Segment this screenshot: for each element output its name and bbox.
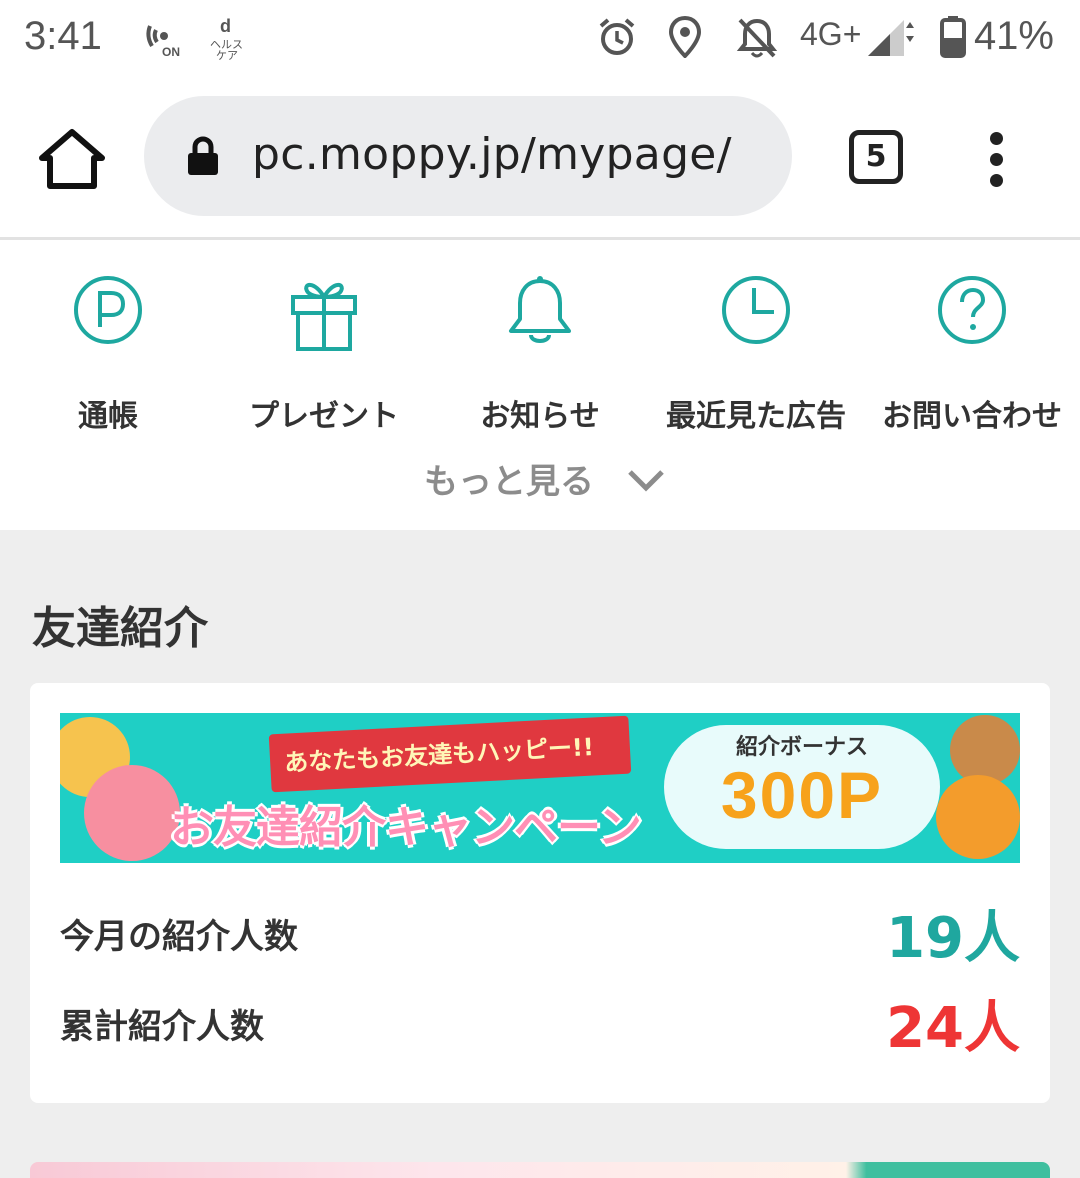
nfc-icon: ON (142, 16, 184, 62)
menu-item-recent-ads[interactable]: 最近見た広告 (648, 243, 864, 434)
campaign-banner[interactable]: あなたもお友達もハッピー!! お友達紹介キャンペーン 紹介ボーナス 300P (60, 713, 1020, 863)
menu-item-label: 通帳 (78, 399, 138, 434)
this-month-referrals-label: 今月の紹介人数 (60, 917, 298, 957)
mascot-image (936, 775, 1020, 859)
show-more-button[interactable]: もっと見る (420, 448, 670, 504)
svg-text:d: d (220, 16, 231, 36)
friend-referral-section: 友達紹介 あなたもお友達もハッピー!! お友達紹介キャンペーン 紹介ボーナス 3… (0, 530, 1080, 1178)
bell-icon (509, 276, 571, 343)
section-title: 友達紹介 (32, 603, 208, 654)
referral-card: あなたもお友達もハッピー!! お友達紹介キャンペーン 紹介ボーナス 300P 今… (30, 683, 1050, 1103)
menu-item-label: お問い合わせ (882, 399, 1062, 434)
alarm-icon (596, 16, 638, 62)
notifications-off-icon (736, 16, 778, 64)
status-bar: 3:41 ON d ヘルス ケア 4G+ 41% (0, 0, 1080, 78)
gift-icon (291, 283, 357, 351)
chevron-down-icon (628, 470, 664, 492)
menu-item-label: お知らせ (480, 399, 600, 434)
dot-icon (989, 153, 1003, 166)
mascot-image (84, 765, 180, 861)
next-banner[interactable] (30, 1162, 1050, 1178)
dot-icon (989, 132, 1003, 145)
total-referrals-value: 24人 (886, 996, 1020, 1061)
campaign-title: お友達紹介キャンペーン (170, 802, 642, 853)
this-month-referrals-value: 19人 (886, 906, 1020, 971)
home-icon (39, 129, 105, 189)
points-icon (74, 276, 142, 344)
menu-item-label: プレゼント (249, 399, 399, 434)
menu-item-contact[interactable]: お問い合わせ (864, 243, 1080, 434)
help-icon (938, 276, 1006, 344)
quick-menu: 通帳 プレゼント お知らせ 最近見た広告 お問い合わせ もっと見る (0, 243, 1080, 530)
bonus-badge: 紹介ボーナス 300P (664, 725, 940, 849)
svg-text:ON: ON (162, 45, 180, 58)
status-time: 3:41 (24, 14, 102, 58)
total-referrals-row: 累計紹介人数 24人 (60, 983, 1020, 1063)
battery-icon (940, 16, 966, 62)
bonus-value: 300P (720, 758, 884, 832)
show-more-label: もっと見る (424, 462, 594, 502)
url-bar[interactable]: pc.moppy.jp/mypage/ (144, 96, 792, 216)
this-month-referrals-row: 今月の紹介人数 19人 (60, 893, 1020, 973)
menu-item-label: 最近見た広告 (666, 399, 846, 434)
clock-icon (722, 276, 790, 344)
dot-icon (989, 174, 1003, 187)
menu-item-present[interactable]: プレゼント (216, 243, 432, 434)
location-icon (668, 15, 702, 62)
browser-toolbar: pc.moppy.jp/mypage/ 5 (0, 78, 1080, 240)
battery-percent: 41% (973, 14, 1054, 58)
svg-text:ケア: ケア (216, 49, 238, 60)
lock-icon (188, 136, 218, 175)
overflow-menu-button[interactable] (978, 132, 1014, 188)
total-referrals-label: 累計紹介人数 (60, 1007, 264, 1047)
network-type: 4G+ (800, 16, 862, 52)
signal-icon (866, 18, 920, 62)
home-button[interactable] (38, 128, 106, 190)
menu-item-notices[interactable]: お知らせ (432, 243, 648, 434)
tab-switcher-button[interactable]: 5 (849, 130, 903, 184)
mascot-image (950, 715, 1020, 785)
dhealth-icon: d ヘルス ケア (208, 16, 248, 64)
url-text: pc.moppy.jp/mypage/ (252, 129, 732, 180)
menu-item-passbook[interactable]: 通帳 (0, 243, 216, 434)
